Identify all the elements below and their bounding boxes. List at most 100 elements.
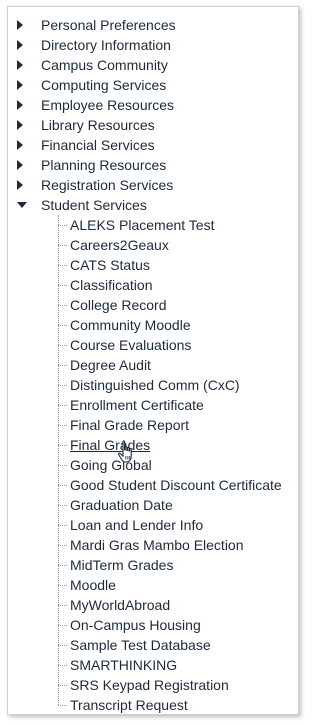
expand-arrow-icon[interactable] bbox=[17, 135, 33, 155]
student-service-item-college-record[interactable]: College Record bbox=[58, 295, 298, 315]
category-computing-services[interactable]: Computing Services bbox=[8, 75, 298, 95]
student-service-item-graduation-date[interactable]: Graduation Date bbox=[58, 495, 298, 515]
student-service-item-on-campus-housing[interactable]: On-Campus Housing bbox=[58, 615, 298, 635]
category-label: Student Services bbox=[41, 197, 147, 213]
category-label: Directory Information bbox=[41, 37, 171, 53]
tree-connector-line bbox=[58, 625, 67, 626]
tree-connector-line bbox=[58, 525, 67, 526]
student-service-label: Good Student Discount Certificate bbox=[70, 477, 282, 493]
student-service-item-final-grades[interactable]: Final Grades bbox=[58, 435, 298, 455]
tree-connector-line bbox=[58, 405, 67, 406]
services-tree: Personal Preferences Directory Informati… bbox=[8, 15, 298, 715]
expand-arrow-icon[interactable] bbox=[17, 15, 33, 35]
student-service-item-good-student-discount-certificate[interactable]: Good Student Discount Certificate bbox=[58, 475, 298, 495]
tree-connector-line bbox=[58, 665, 67, 666]
student-service-item-midterm-grades[interactable]: MidTerm Grades bbox=[58, 555, 298, 575]
expand-arrow-icon[interactable] bbox=[17, 55, 33, 75]
student-service-item-aleks-placement-test[interactable]: ALEKS Placement Test bbox=[58, 215, 298, 235]
student-service-label: SRS Keypad Registration bbox=[70, 677, 229, 693]
services-menu-panel: Personal Preferences Directory Informati… bbox=[7, 6, 299, 715]
expand-arrow-icon[interactable] bbox=[17, 35, 33, 55]
tree-connector-line bbox=[58, 485, 67, 486]
student-service-label: Enrollment Certificate bbox=[70, 397, 204, 413]
student-service-label: CATS Status bbox=[70, 257, 150, 273]
student-service-item-smarthinking[interactable]: SMARTHINKING bbox=[58, 655, 298, 675]
student-service-item-loan-and-lender-info[interactable]: Loan and Lender Info bbox=[58, 515, 298, 535]
student-service-item-sample-test-database[interactable]: Sample Test Database bbox=[58, 635, 298, 655]
student-service-item-cats-status[interactable]: CATS Status bbox=[58, 255, 298, 275]
student-service-label: ALEKS Placement Test bbox=[70, 217, 215, 233]
student-service-label: Final Grade Report bbox=[70, 417, 190, 433]
student-service-label: College Record bbox=[70, 297, 167, 313]
student-service-label: MyWorldAbroad bbox=[70, 597, 171, 613]
tree-connector-line bbox=[58, 705, 67, 706]
category-library-resources[interactable]: Library Resources bbox=[8, 115, 298, 135]
category-planning-resources[interactable]: Planning Resources bbox=[8, 155, 298, 175]
category-employee-resources[interactable]: Employee Resources bbox=[8, 95, 298, 115]
student-service-label: On-Campus Housing bbox=[70, 617, 201, 633]
student-service-item-distinguished-comm-cxc[interactable]: Distinguished Comm (CxC) bbox=[58, 375, 298, 395]
student-service-item-community-moodle[interactable]: Community Moodle bbox=[58, 315, 298, 335]
tree-connector-line bbox=[58, 365, 67, 366]
category-label: Personal Preferences bbox=[41, 17, 176, 33]
student-service-label: Transcript Request bbox=[70, 697, 188, 713]
tree-connector-line bbox=[58, 685, 67, 686]
student-service-label: Going Global bbox=[70, 457, 152, 473]
student-service-item-careers2geaux[interactable]: Careers2Geaux bbox=[58, 235, 298, 255]
collapse-arrow-icon[interactable] bbox=[17, 195, 33, 215]
student-service-label: Distinguished Comm (CxC) bbox=[70, 377, 240, 393]
student-service-label: SMARTHINKING bbox=[70, 657, 178, 673]
student-service-label: Loan and Lender Info bbox=[70, 517, 204, 533]
student-service-item-degree-audit[interactable]: Degree Audit bbox=[58, 355, 298, 375]
student-service-label: MidTerm Grades bbox=[70, 557, 174, 573]
student-service-item-transcript-request[interactable]: Transcript Request bbox=[58, 695, 298, 715]
student-services-list: ALEKS Placement Test Careers2Geaux CATS St… bbox=[58, 215, 298, 715]
student-service-label: Careers2Geaux bbox=[70, 237, 169, 253]
category-personal-preferences[interactable]: Personal Preferences bbox=[8, 15, 298, 35]
expand-arrow-icon[interactable] bbox=[17, 155, 33, 175]
expand-arrow-icon[interactable] bbox=[17, 75, 33, 95]
tree-connector-line bbox=[58, 505, 67, 506]
tree-connector-line bbox=[58, 605, 67, 606]
tree-connector-line bbox=[58, 225, 67, 226]
student-service-item-moodle[interactable]: Moodle bbox=[58, 575, 298, 595]
category-directory-information[interactable]: Directory Information bbox=[8, 35, 298, 55]
category-campus-community[interactable]: Campus Community bbox=[8, 55, 298, 75]
student-service-item-enrollment-certificate[interactable]: Enrollment Certificate bbox=[58, 395, 298, 415]
student-service-label: Classification bbox=[70, 277, 153, 293]
category-label: Employee Resources bbox=[41, 97, 175, 113]
category-financial-services[interactable]: Financial Services bbox=[8, 135, 298, 155]
student-service-label: Graduation Date bbox=[70, 497, 173, 513]
student-service-item-going-global[interactable]: Going Global bbox=[58, 455, 298, 475]
student-service-label: Sample Test Database bbox=[70, 637, 211, 653]
tree-connector-line bbox=[58, 545, 67, 546]
expand-arrow-icon[interactable] bbox=[17, 175, 33, 195]
tree-connector-line bbox=[58, 425, 67, 426]
tree-connector-line bbox=[58, 285, 67, 286]
category-label: Planning Resources bbox=[41, 157, 167, 173]
student-service-item-course-evaluations[interactable]: Course Evaluations bbox=[58, 335, 298, 355]
tree-connector-line bbox=[58, 465, 67, 466]
tree-connector-line bbox=[58, 325, 67, 326]
category-label: Financial Services bbox=[41, 137, 155, 153]
student-service-item-srs-keypad-registration[interactable]: SRS Keypad Registration bbox=[58, 675, 298, 695]
expand-arrow-icon[interactable] bbox=[17, 115, 33, 135]
student-service-item-mardi-gras-mambo-election[interactable]: Mardi Gras Mambo Election bbox=[58, 535, 298, 555]
category-label: Library Resources bbox=[41, 117, 155, 133]
category-label: Computing Services bbox=[41, 77, 167, 93]
category-registration-services[interactable]: Registration Services bbox=[8, 175, 298, 195]
hand-pointer-cursor-icon bbox=[117, 440, 132, 463]
student-service-item-myworldabroad[interactable]: MyWorldAbroad bbox=[58, 595, 298, 615]
tree-connector-line bbox=[58, 385, 67, 386]
student-service-item-classification[interactable]: Classification bbox=[58, 275, 298, 295]
tree-connector-line bbox=[58, 585, 67, 586]
category-student-services[interactable]: Student Services bbox=[8, 195, 298, 215]
tree-connector-line bbox=[58, 265, 67, 266]
tree-connector-line bbox=[58, 245, 67, 246]
student-service-label: Community Moodle bbox=[70, 317, 191, 333]
student-service-item-final-grade-report[interactable]: Final Grade Report bbox=[58, 415, 298, 435]
category-label: Registration Services bbox=[41, 177, 174, 193]
student-service-label: Mardi Gras Mambo Election bbox=[70, 537, 244, 553]
tree-connector-line bbox=[58, 305, 67, 306]
expand-arrow-icon[interactable] bbox=[17, 95, 33, 115]
